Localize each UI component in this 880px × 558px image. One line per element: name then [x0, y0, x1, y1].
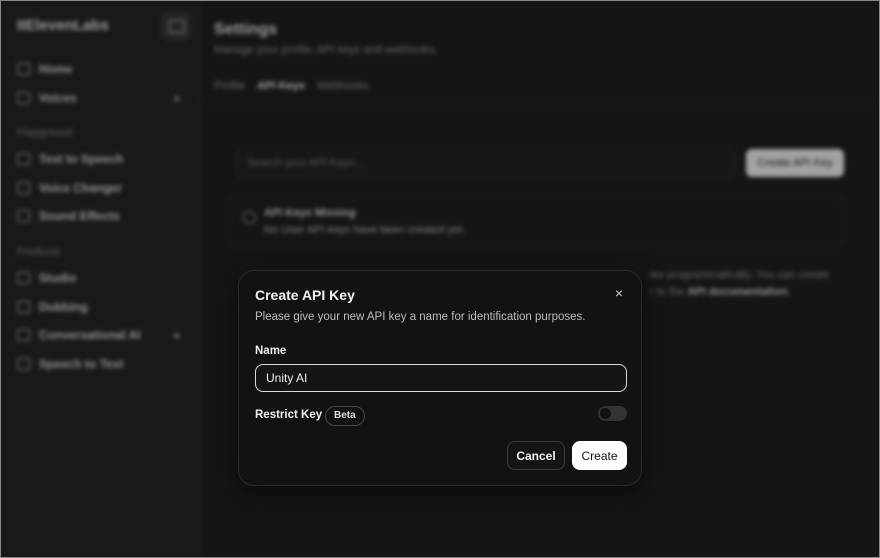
name-label: Name [255, 345, 287, 357]
dialog-title: Create API Key [255, 287, 355, 303]
restrict-key-toggle[interactable] [598, 406, 627, 421]
beta-badge: Beta [325, 406, 365, 426]
close-icon[interactable]: × [611, 285, 627, 301]
api-key-name-input[interactable] [255, 364, 627, 392]
toggle-knob [600, 408, 611, 419]
create-button[interactable]: Create [572, 441, 627, 470]
create-api-key-dialog: Create API Key × Please give your new AP… [238, 270, 642, 486]
restrict-key-label: Restrict Key [255, 409, 323, 421]
dialog-description: Please give your new API key a name for … [255, 311, 586, 323]
cancel-button[interactable]: Cancel [507, 441, 565, 470]
